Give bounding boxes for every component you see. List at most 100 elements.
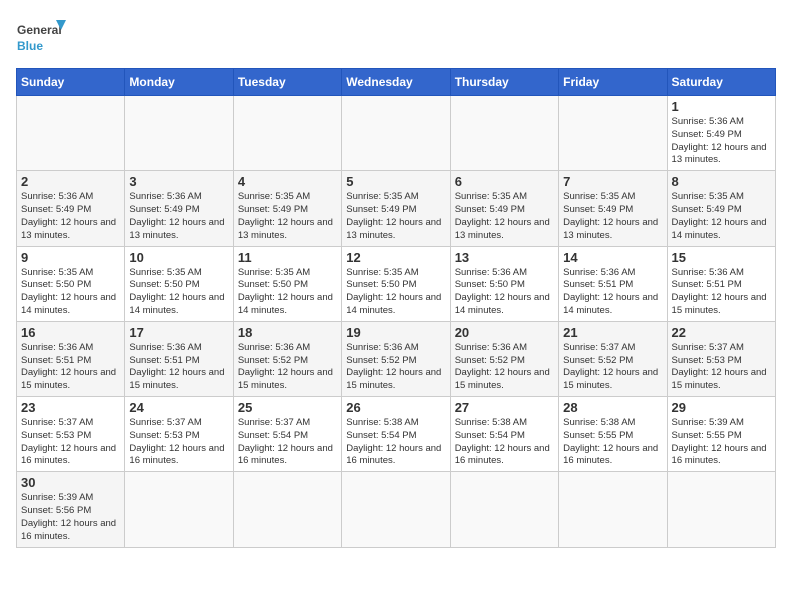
day-number: 25 [238, 400, 337, 415]
day-number: 18 [238, 325, 337, 340]
calendar-cell: 22Sunrise: 5:37 AM Sunset: 5:53 PM Dayli… [667, 321, 775, 396]
calendar-cell [125, 96, 233, 171]
weekday-header-wednesday: Wednesday [342, 69, 450, 96]
day-number: 30 [21, 475, 120, 490]
weekday-header-friday: Friday [559, 69, 667, 96]
calendar-cell: 26 Sunrise: 5:38 AM Sunset: 5:54 PM Dayli… [342, 397, 450, 472]
calendar-cell: 15 Sunrise: 5:36 AM Sunset: 5:51 PM Dayli… [667, 246, 775, 321]
day-info: Sunrise: 5:36 AM Sunset: 5:49 PM Dayligh… [129, 191, 228, 242]
day-info: Sunrise: 5:35 AM Sunset: 5:50 PM Dayligh… [238, 267, 337, 318]
day-number: 5 [346, 174, 445, 189]
calendar-cell: 19 Sunrise: 5:36 AM Sunset: 5:52 PM Dayli… [342, 321, 450, 396]
day-info: Sunrise: 5:38 AM Sunset: 5:55 PM Dayligh… [563, 417, 662, 468]
day-number: 11 [238, 250, 337, 265]
week-row-1: 1 Sunrise: 5:36 AM Sunset: 5:49 PM Daylig… [17, 96, 776, 171]
day-number: 26 [346, 400, 445, 415]
day-info: Sunrise: 5:36 AM Sunset: 5:50 PM Dayligh… [455, 267, 554, 318]
calendar-cell: 13 Sunrise: 5:36 AM Sunset: 5:50 PM Dayli… [450, 246, 558, 321]
calendar-cell [125, 472, 233, 547]
day-info: Sunrise: 5:39 AM Sunset: 5:55 PM Dayligh… [672, 417, 771, 468]
day-number: 2 [21, 174, 120, 189]
calendar-cell: 6Sunrise: 5:35 AM Sunset: 5:49 PM Daylig… [450, 171, 558, 246]
week-row-6: 30 Sunrise: 5:39 AM Sunset: 5:56 PM Dayli… [17, 472, 776, 547]
weekday-header-thursday: Thursday [450, 69, 558, 96]
day-info: Sunrise: 5:36 AM Sunset: 5:49 PM Dayligh… [672, 116, 771, 167]
day-number: 7 [563, 174, 662, 189]
logo: General Blue [16, 16, 66, 60]
day-number: 19 [346, 325, 445, 340]
calendar-cell: 20Sunrise: 5:36 AM Sunset: 5:52 PM Dayli… [450, 321, 558, 396]
calendar-cell: 29 Sunrise: 5:39 AM Sunset: 5:55 PM Dayli… [667, 397, 775, 472]
day-info: Sunrise: 5:37 AM Sunset: 5:54 PM Dayligh… [238, 417, 337, 468]
day-number: 10 [129, 250, 228, 265]
calendar-cell [342, 96, 450, 171]
day-number: 1 [672, 99, 771, 114]
day-number: 12 [346, 250, 445, 265]
day-number: 6 [455, 174, 554, 189]
day-number: 21 [563, 325, 662, 340]
day-number: 29 [672, 400, 771, 415]
day-number: 22 [672, 325, 771, 340]
day-info: Sunrise: 5:36 AM Sunset: 5:51 PM Dayligh… [563, 267, 662, 318]
calendar-table: SundayMondayTuesdayWednesdayThursdayFrid… [16, 68, 776, 548]
day-info: Sunrise: 5:35 AM Sunset: 5:50 PM Dayligh… [129, 267, 228, 318]
page-header: General Blue [16, 16, 776, 60]
calendar-cell: 2Sunrise: 5:36 AM Sunset: 5:49 PM Daylig… [17, 171, 125, 246]
week-row-2: 2 Sunrise: 5:36 AM Sunset: 5:49 PM Daylig… [17, 171, 776, 246]
day-number: 14 [563, 250, 662, 265]
week-row-5: 23 Sunrise: 5:37 AM Sunset: 5:53 PM Dayli… [17, 397, 776, 472]
day-info: Sunrise: 5:36 AM Sunset: 5:52 PM Dayligh… [346, 342, 445, 393]
day-info: Sunrise: 5:37 AM Sunset: 5:53 PM Dayligh… [21, 417, 120, 468]
day-number: 24 [129, 400, 228, 415]
day-number: 4 [238, 174, 337, 189]
calendar-cell: 1 Sunrise: 5:36 AM Sunset: 5:49 PM Daylig… [667, 96, 775, 171]
day-number: 9 [21, 250, 120, 265]
calendar-cell: 9Sunrise: 5:35 AM Sunset: 5:50 PM Daylig… [17, 246, 125, 321]
day-number: 23 [21, 400, 120, 415]
svg-text:General: General [17, 23, 62, 37]
calendar-cell: 11 Sunrise: 5:35 AM Sunset: 5:50 PM Dayli… [233, 246, 341, 321]
day-info: Sunrise: 5:36 AM Sunset: 5:51 PM Dayligh… [21, 342, 120, 393]
calendar-cell [559, 96, 667, 171]
calendar-cell: 23 Sunrise: 5:37 AM Sunset: 5:53 PM Dayli… [17, 397, 125, 472]
day-info: Sunrise: 5:36 AM Sunset: 5:51 PM Dayligh… [129, 342, 228, 393]
svg-text:Blue: Blue [17, 39, 43, 53]
calendar-cell: 7 Sunrise: 5:35 AM Sunset: 5:49 PM Daylig… [559, 171, 667, 246]
calendar-cell [342, 472, 450, 547]
calendar-cell: 4 Sunrise: 5:35 AM Sunset: 5:49 PM Daylig… [233, 171, 341, 246]
day-number: 13 [455, 250, 554, 265]
calendar-cell: 5 Sunrise: 5:35 AM Sunset: 5:49 PM Daylig… [342, 171, 450, 246]
calendar-cell: 3 Sunrise: 5:36 AM Sunset: 5:49 PM Daylig… [125, 171, 233, 246]
day-number: 8 [672, 174, 771, 189]
calendar-cell: 27 Sunrise: 5:38 AM Sunset: 5:54 PM Dayli… [450, 397, 558, 472]
day-info: Sunrise: 5:35 AM Sunset: 5:49 PM Dayligh… [563, 191, 662, 242]
calendar-cell: 16Sunrise: 5:36 AM Sunset: 5:51 PM Dayli… [17, 321, 125, 396]
weekday-header-tuesday: Tuesday [233, 69, 341, 96]
calendar-cell [17, 96, 125, 171]
day-info: Sunrise: 5:36 AM Sunset: 5:51 PM Dayligh… [672, 267, 771, 318]
logo-svg: General Blue [16, 16, 66, 60]
calendar-cell [450, 96, 558, 171]
day-info: Sunrise: 5:37 AM Sunset: 5:53 PM Dayligh… [129, 417, 228, 468]
day-number: 28 [563, 400, 662, 415]
day-info: Sunrise: 5:38 AM Sunset: 5:54 PM Dayligh… [346, 417, 445, 468]
calendar-cell [450, 472, 558, 547]
weekday-header-sunday: Sunday [17, 69, 125, 96]
day-info: Sunrise: 5:35 AM Sunset: 5:49 PM Dayligh… [672, 191, 771, 242]
day-number: 20 [455, 325, 554, 340]
day-info: Sunrise: 5:39 AM Sunset: 5:56 PM Dayligh… [21, 492, 120, 543]
day-number: 27 [455, 400, 554, 415]
day-info: Sunrise: 5:35 AM Sunset: 5:49 PM Dayligh… [238, 191, 337, 242]
day-info: Sunrise: 5:35 AM Sunset: 5:49 PM Dayligh… [346, 191, 445, 242]
calendar-cell [667, 472, 775, 547]
calendar-cell [559, 472, 667, 547]
weekday-header-row: SundayMondayTuesdayWednesdayThursdayFrid… [17, 69, 776, 96]
day-number: 3 [129, 174, 228, 189]
day-info: Sunrise: 5:36 AM Sunset: 5:52 PM Dayligh… [238, 342, 337, 393]
week-row-3: 9 Sunrise: 5:35 AM Sunset: 5:50 PM Daylig… [17, 246, 776, 321]
day-number: 15 [672, 250, 771, 265]
day-info: Sunrise: 5:38 AM Sunset: 5:54 PM Dayligh… [455, 417, 554, 468]
weekday-header-saturday: Saturday [667, 69, 775, 96]
day-info: Sunrise: 5:35 AM Sunset: 5:50 PM Dayligh… [346, 267, 445, 318]
calendar-cell: 24 Sunrise: 5:37 AM Sunset: 5:53 PM Dayli… [125, 397, 233, 472]
